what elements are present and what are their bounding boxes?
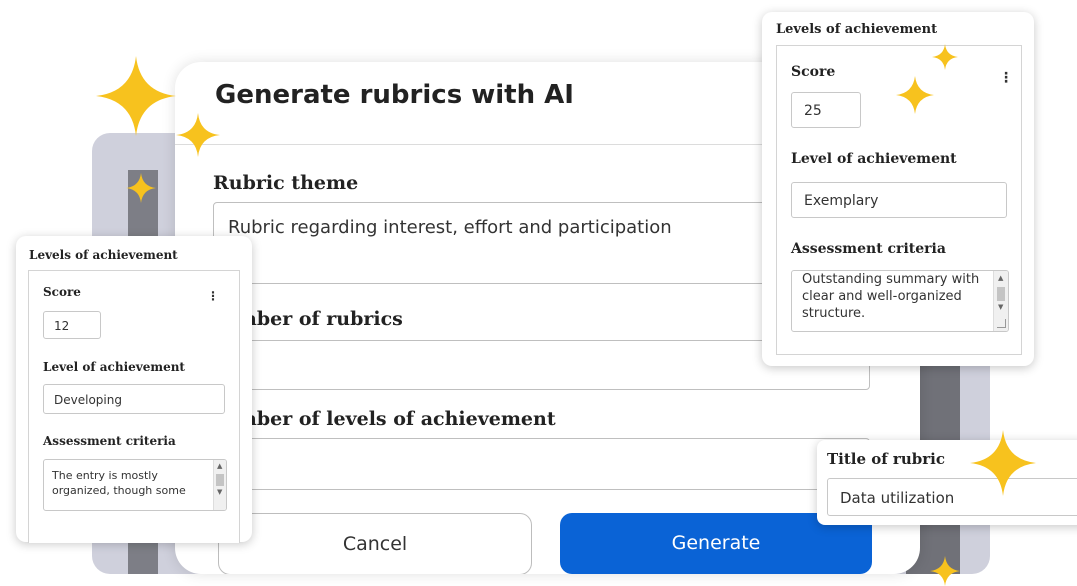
title-of-rubric-label: Title of rubric: [827, 450, 945, 468]
scroll-down-icon[interactable]: ▼: [217, 488, 222, 496]
score-label: Score: [43, 285, 81, 299]
sparkle-icon: [970, 430, 1036, 496]
sparkle-icon: [896, 76, 934, 114]
levels-card-right-header: Levels of achievement: [776, 22, 938, 37]
level-of-achievement-input[interactable]: Exemplary: [791, 182, 1007, 218]
levels-card-right: Levels of achievement Score ⋮ 25 Level o…: [762, 12, 1034, 366]
assessment-criteria-textarea[interactable]: Outstanding summary with clear and well-…: [791, 270, 1009, 332]
levels-card-left-body: Score ⋮ 12 Level of achievement Developi…: [28, 270, 240, 543]
score-input[interactable]: 12: [43, 311, 101, 339]
textarea-scrollbar[interactable]: ▲ ▼: [213, 460, 226, 510]
number-of-levels-input[interactable]: [213, 438, 870, 490]
assessment-criteria-label: Assessment criteria: [791, 241, 946, 257]
levels-card-left: Levels of achievement Score ⋮ 12 Level o…: [16, 236, 252, 543]
sparkle-icon: [176, 113, 220, 157]
kebab-menu-icon[interactable]: ⋮: [207, 289, 219, 303]
sparkle-icon: [96, 56, 176, 136]
sparkle-icon: [930, 556, 960, 586]
sparkle-icon: [932, 44, 958, 70]
assessment-criteria-text: Outstanding summary with clear and well-…: [802, 272, 980, 321]
level-of-achievement-label: Level of achievement: [791, 151, 957, 167]
scroll-up-icon[interactable]: ▲: [217, 462, 222, 470]
assessment-criteria-text: The entry is mostly organized, though so…: [52, 469, 186, 497]
scroll-up-icon[interactable]: ▲: [998, 274, 1003, 282]
textarea-scrollbar[interactable]: ▲ ▼: [993, 271, 1008, 331]
cancel-button[interactable]: Cancel: [218, 513, 532, 574]
level-of-achievement-label: Level of achievement: [43, 360, 185, 374]
title-of-rubric-input[interactable]: Data utilization: [827, 478, 1077, 516]
resize-grip-icon[interactable]: [997, 319, 1006, 328]
dialog-title: Generate rubrics with AI: [215, 80, 574, 110]
rubric-theme-value: Rubric regarding interest, effort and pa…: [228, 217, 672, 238]
scroll-thumb[interactable]: [216, 474, 224, 486]
score-input[interactable]: 25: [791, 92, 861, 128]
levels-card-left-header: Levels of achievement: [29, 248, 178, 262]
level-of-achievement-input[interactable]: Developing: [43, 384, 225, 414]
title-of-rubric-card: Title of rubric Data utilization: [817, 440, 1077, 525]
assessment-criteria-label: Assessment criteria: [43, 434, 176, 448]
scroll-thumb[interactable]: [997, 287, 1005, 301]
kebab-menu-icon[interactable]: ⋮: [999, 70, 1013, 86]
sparkle-icon: [126, 173, 156, 203]
number-of-levels-label: nber of levels of achievement: [243, 408, 556, 430]
scroll-down-icon[interactable]: ▼: [998, 303, 1003, 311]
number-of-rubrics-label: nber of rubrics: [243, 308, 403, 330]
assessment-criteria-textarea[interactable]: The entry is mostly organized, though so…: [43, 459, 227, 511]
score-label: Score: [791, 64, 836, 80]
rubric-theme-label: Rubric theme: [213, 172, 359, 194]
